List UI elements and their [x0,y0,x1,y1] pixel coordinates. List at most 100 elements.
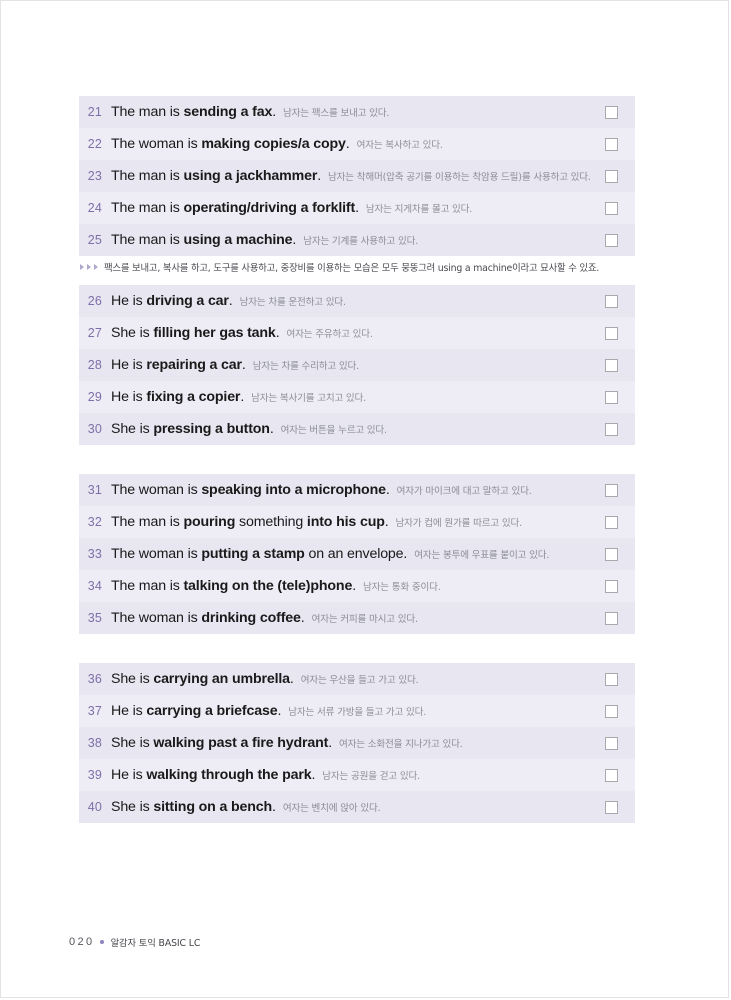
phrase-translation: 여자는 우산을 들고 가고 있다. [300,674,419,686]
phrase-translation: 남자는 공원을 걷고 있다. [322,770,420,782]
phrase-sentence: She is pressing a button. 여자는 버튼을 누르고 있다. [111,420,387,437]
phrase-checkbox[interactable] [605,515,618,529]
phrase-checkbox[interactable] [605,294,618,308]
phrase-row: 24 The man is operating/driving a forklif… [79,192,635,224]
phrase-translation: 남자가 컵에 뭔가를 따르고 있다. [395,517,523,529]
phrase-keyword: speaking into a microphone [201,481,386,498]
phrase-checkbox[interactable] [605,611,618,625]
phrase-keyword: using a machine [183,231,293,248]
phrase-sentence: The woman is making copies/a copy. 여자는 복사… [111,135,443,152]
phrase-row: 21 The man is sending a fax. 남자는 팩스를 보내고 있… [79,96,635,128]
page-number: 020 [69,936,95,948]
phrase-translation: 남자는 차를 운전하고 있다. [239,296,346,308]
phrase-row: 40 She is sitting on a bench. 여자는 벤치에 앉아 있… [79,791,635,823]
phrase-checkbox[interactable] [605,201,618,215]
phrase-keyword: making copies/a copy [201,135,346,152]
phrase-number: 31 [87,483,102,497]
phrase-checkbox[interactable] [605,105,618,119]
phrase-checkbox[interactable] [605,422,618,436]
phrase-number: 39 [87,768,102,782]
phrase-keyword: driving a car [146,292,229,309]
tip-note-text: 팩스를 보내고, 복사를 하고, 도구를 사용하고, 중장비를 이용하는 모습은… [104,263,600,274]
phrase-row: 34 The man is talking on the (tele)phone.… [79,570,635,602]
phrase-number: 32 [87,515,102,529]
phrase-group-3: 31 The woman is speaking into a microphon… [79,474,635,634]
phrase-checkbox[interactable] [605,704,618,718]
phrase-sentence: He is fixing a copier. 남자는 복사기를 고치고 있다. [111,388,367,405]
phrase-row: 27 She is filling her gas tank. 여자는 주유하고 있… [79,317,635,349]
phrase-row: 22 The woman is making copies/a copy. 여자는 … [79,128,635,160]
phrase-sentence: She is sitting on a bench. 여자는 벤치에 앉아 있다. [111,798,381,815]
phrase-translation: 여자는 복사하고 있다. [356,139,443,151]
phrase-row: 30 She is pressing a button. 여자는 버튼을 누르고 있… [79,413,635,445]
phrase-row: 25 The man is using a machine. 남자는 기계를 사용하… [79,224,635,256]
phrase-number: 22 [87,137,102,151]
phrase-number: 34 [87,579,102,593]
phrase-checkbox[interactable] [605,768,618,782]
phrase-number: 28 [87,358,102,372]
phrase-sentence: He is driving a car. 남자는 차를 운전하고 있다. [111,292,346,309]
page-footer: 020 알감자 토익 BASIC LC [69,935,200,949]
phrase-number: 30 [87,422,102,436]
phrase-checkbox[interactable] [605,390,618,404]
phrase-checkbox[interactable] [605,169,618,183]
phrase-keyword: fixing a copier [146,388,241,405]
phrase-checkbox[interactable] [605,137,618,151]
phrase-translation: 남자는 통화 중이다. [362,581,441,593]
phrase-keyword: operating/driving a forklift [183,199,356,216]
phrase-translation: 남자는 차를 수리하고 있다. [252,360,360,372]
phrase-translation: 여자는 봉투에 우표를 붙이고 있다. [414,549,550,561]
phrase-translation: 남자는 서류 가방을 들고 가고 있다. [288,706,427,718]
phrase-translation: 남자는 지게차를 몰고 있다. [365,203,473,215]
phrase-row: 35 The woman is drinking coffee. 여자는 커피를 마… [79,602,635,634]
phrase-sentence: The man is operating/driving a forklift.… [111,199,473,216]
phrase-keyword: carrying an umbrella [153,670,290,687]
phrase-sentence: The woman is speaking into a microphone.… [111,481,532,498]
phrase-keyword: filling her gas tank [153,324,276,341]
phrase-checkbox[interactable] [605,547,618,561]
phrase-checkbox[interactable] [605,483,618,497]
phrase-number: 37 [87,704,102,718]
phrase-number: 35 [87,611,102,625]
phrase-number: 25 [87,233,102,247]
phrase-checkbox[interactable] [605,233,618,247]
phrase-sentence: The woman is putting a stamp on an envel… [111,545,550,562]
phrase-keyword: into his cup [306,513,385,530]
phrase-row: 29 He is fixing a copier. 남자는 복사기를 고치고 있다. [79,381,635,413]
book-title: 알감자 토익 BASIC LC [110,938,201,949]
phrase-checkbox[interactable] [605,736,618,750]
phrase-sentence: She is carrying an umbrella. 여자는 우산을 들고 가… [111,670,419,687]
phrase-number: 27 [87,326,102,340]
phrase-keyword: pouring [183,513,236,530]
phrase-row: 26 He is driving a car. 남자는 차를 운전하고 있다. [79,285,635,317]
phrase-keyword: repairing a car [146,356,242,373]
phrase-keyword: carrying a briefcase [146,702,278,719]
phrase-group-4: 36 She is carrying an umbrella. 여자는 우산을 들고… [79,663,635,823]
phrase-checkbox[interactable] [605,358,618,372]
phrase-keyword: sitting on a bench [153,798,273,815]
bullet-dot-icon [99,940,104,944]
phrase-translation: 남자는 기계를 사용하고 있다. [303,235,419,247]
phrase-sentence: The man is pouring something into his cu… [111,513,523,530]
phrase-keyword: drinking coffee [201,609,301,626]
phrase-sentence: The man is using a machine. 남자는 기계를 사용하고 … [111,231,419,248]
phrase-keyword: talking on the (tele)phone [183,577,353,594]
phrase-sentence: The man is sending a fax. 남자는 팩스를 보내고 있다. [111,103,390,120]
phrase-translation: 여자는 주유하고 있다. [286,328,373,340]
phrase-sentence: He is repairing a car. 남자는 차를 수리하고 있다. [111,356,360,373]
phrase-row: 38 She is walking past a fire hydrant. 여자는… [79,727,635,759]
phrase-number: 38 [87,736,102,750]
phrase-sentence: She is walking past a fire hydrant. 여자는 소… [111,734,463,751]
phrase-checkbox[interactable] [605,800,618,814]
phrase-translation: 남자는 착해머(압축 공기를 이용하는 착암용 드릴)를 사용하고 있다. [327,171,591,183]
phrase-keyword: pressing a button [153,420,270,437]
phrase-number: 26 [87,294,102,308]
phrase-checkbox[interactable] [605,672,618,686]
phrase-number: 24 [87,201,102,215]
phrase-sentence: He is carrying a briefcase. 남자는 서류 가방을 들고… [111,702,427,719]
phrase-row: 23 The man is using a jackhammer. 남자는 착해머(… [79,160,635,192]
phrase-row: 31 The woman is speaking into a microphon… [79,474,635,506]
phrase-checkbox[interactable] [605,579,618,593]
phrase-checkbox[interactable] [605,326,618,340]
phrase-translation: 남자는 복사기를 고치고 있다. [251,392,367,404]
